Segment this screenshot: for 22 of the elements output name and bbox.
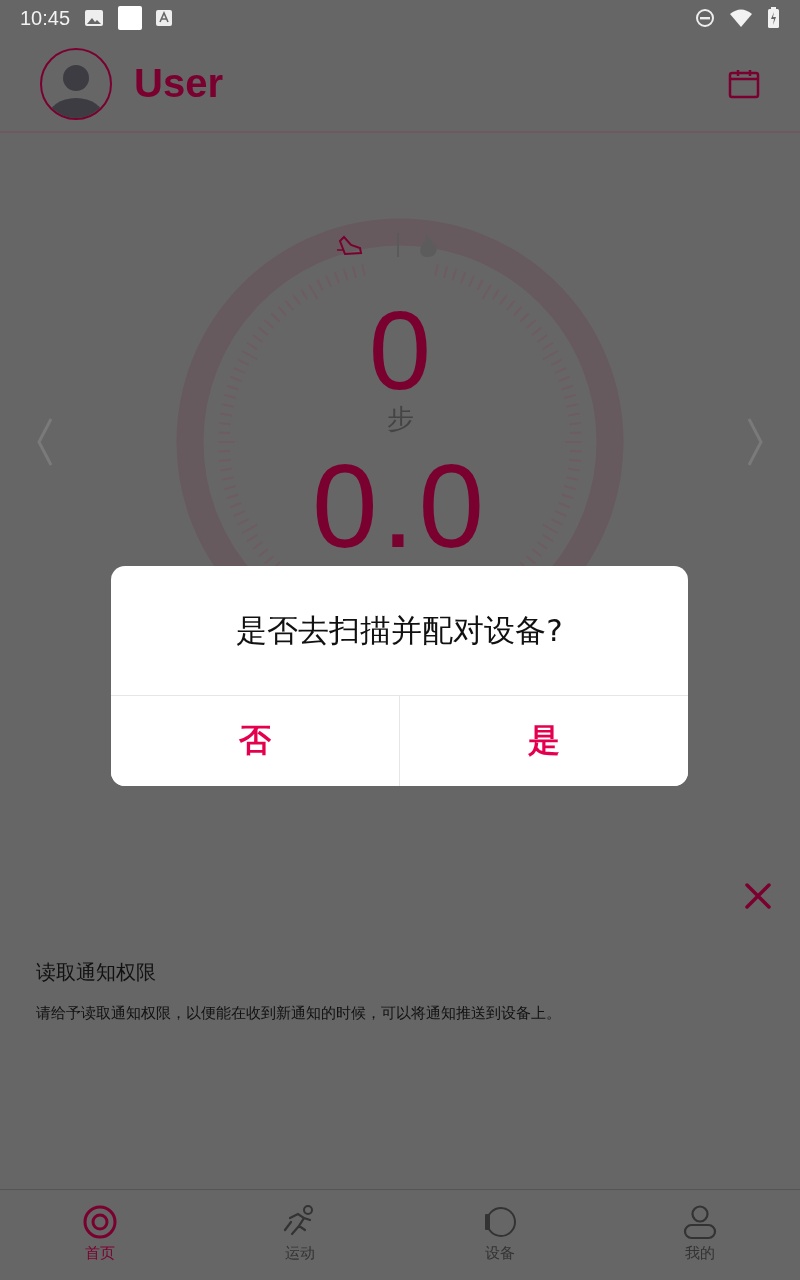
close-icon[interactable] <box>744 882 772 910</box>
dialog-button[interactable]: 是 <box>399 696 688 786</box>
shoe-icon[interactable] <box>336 235 363 256</box>
avatar-icon[interactable] <box>40 47 112 120</box>
target-icon <box>82 1204 118 1240</box>
calorie-value: 0.0 <box>311 447 488 565</box>
image-icon <box>84 9 105 27</box>
step-count: 0 <box>368 295 432 407</box>
battery-icon <box>767 7 780 29</box>
font-icon <box>156 10 173 26</box>
nav-tab[interactable]: 首页 <box>0 1190 200 1280</box>
notification-icon <box>118 6 143 30</box>
notice-text: 请给予读取通知权限，以便能在收到新通知的时候，可以将通知推送到设备上。 <box>36 1004 562 1023</box>
person-icon <box>682 1204 718 1240</box>
status-time: 10:45 <box>20 6 71 30</box>
nav-label: 首页 <box>85 1244 115 1263</box>
user-name: User <box>134 61 224 106</box>
notice-title: 读取通知权限 <box>36 959 157 986</box>
calendar-icon[interactable] <box>728 68 760 99</box>
wifi-icon <box>729 8 753 28</box>
watch-icon <box>482 1204 518 1240</box>
do-not-disturb-icon <box>695 8 715 28</box>
